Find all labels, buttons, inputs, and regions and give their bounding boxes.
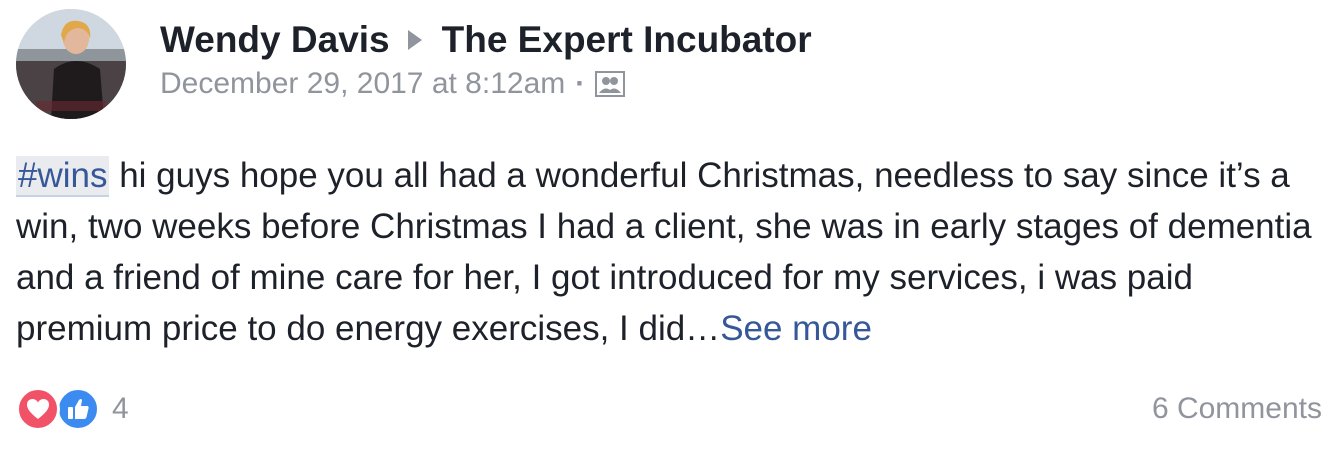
triangle-right-icon — [407, 30, 422, 50]
post-timestamp[interactable]: December 29, 2017 at 8:12am — [160, 67, 565, 101]
post-meta: December 29, 2017 at 8:12am · — [160, 66, 812, 102]
group-members-icon[interactable] — [595, 71, 626, 97]
post-text: hi guys hope you all had a wonderful Chr… — [16, 156, 1312, 348]
avatar-photo — [16, 9, 126, 119]
like-reaction-icon — [56, 387, 100, 431]
love-reaction-icon — [16, 387, 60, 431]
post-card: Wendy Davis The Expert Incubator Decembe… — [0, 0, 1341, 452]
reactions-summary[interactable]: 4 — [16, 387, 129, 431]
post-names: Wendy Davis The Expert Incubator — [160, 18, 812, 62]
hashtag-link[interactable]: #wins — [16, 156, 110, 197]
group-name[interactable]: The Expert Incubator — [442, 19, 812, 61]
author-avatar[interactable] — [16, 9, 126, 119]
post-body: #wins hi guys hope you all had a wonderf… — [16, 150, 1326, 354]
author-name[interactable]: Wendy Davis — [160, 19, 390, 61]
reaction-count[interactable]: 4 — [112, 392, 129, 426]
meta-separator: · — [575, 67, 586, 100]
comments-count-link[interactable]: 6 Comments — [1152, 392, 1322, 426]
see-more-link[interactable]: See more — [720, 309, 872, 348]
post-header: Wendy Davis The Expert Incubator Decembe… — [160, 18, 812, 102]
